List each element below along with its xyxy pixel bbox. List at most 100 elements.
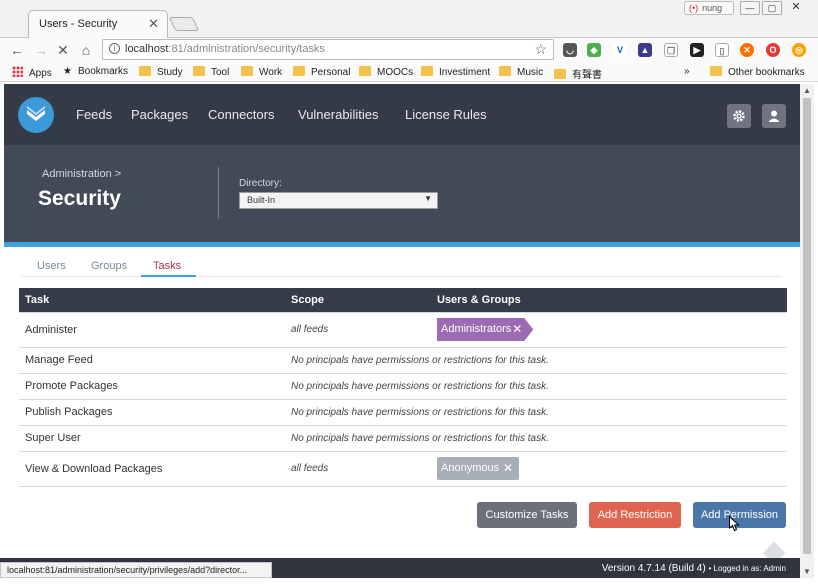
extension-yellow-icon[interactable]: ◎ xyxy=(792,43,806,57)
table-row[interactable]: Super User No principals have permission… xyxy=(19,424,787,451)
close-window-button[interactable]: ✕ xyxy=(786,1,806,15)
extension-purple-icon[interactable]: ▲ xyxy=(638,43,652,57)
bookmark-audiobooks[interactable]: 有聲書 xyxy=(554,66,602,81)
new-tab-button[interactable] xyxy=(168,17,200,31)
task-scope: No principals have permissions or restri… xyxy=(285,372,787,399)
profile-chip[interactable]: (•) nung xyxy=(684,1,734,15)
extension-copy-icon[interactable]: ❐ xyxy=(664,43,678,57)
bookmark-work[interactable]: Work xyxy=(241,66,282,78)
settings-gear-icon[interactable] xyxy=(727,104,751,128)
bookmark-personal[interactable]: Personal xyxy=(293,66,350,78)
chevron-down-icon: ▼ xyxy=(424,194,432,203)
folder-icon xyxy=(554,69,566,79)
extension-v-icon[interactable]: V xyxy=(613,43,627,57)
directory-select[interactable]: Built-In ▼ xyxy=(239,192,438,209)
table-row[interactable]: Manage Feed No principals have permissio… xyxy=(19,346,787,373)
folder-icon xyxy=(710,66,722,76)
tab-groups[interactable]: Groups xyxy=(91,260,127,272)
bookmark-study[interactable]: Study xyxy=(139,66,183,78)
extension-green-icon[interactable]: ◆ xyxy=(587,43,601,57)
principal-tag-anonymous[interactable]: Anonymous ✕ xyxy=(437,457,520,480)
accent-strip xyxy=(4,242,800,247)
extension-reader-icon[interactable]: ▯ xyxy=(715,43,729,57)
scroll-up-icon[interactable]: ▲ xyxy=(803,86,811,95)
url-path: :81/administration/security/tasks xyxy=(168,43,325,55)
star-icon: ★ xyxy=(63,66,72,77)
nav-feeds[interactable]: Feeds xyxy=(76,107,112,122)
logged-in-text: • Logged in as: Admin xyxy=(708,564,786,573)
tab-title: Users - Security xyxy=(39,18,118,30)
url-host: localhost xyxy=(125,43,169,55)
scrollbar-thumb[interactable] xyxy=(803,98,811,554)
bookmark-music[interactable]: Music xyxy=(499,66,543,78)
bookmark-tool[interactable]: Tool xyxy=(193,66,229,78)
nav-connectors[interactable]: Connectors xyxy=(208,107,274,122)
folder-icon xyxy=(499,66,511,76)
forward-icon[interactable]: → xyxy=(32,41,50,59)
task-principals: Anonymous ✕ xyxy=(431,450,787,487)
breadcrumb[interactable]: Administration > xyxy=(42,168,121,180)
address-bar[interactable]: i localhost:81/administration/security/t… xyxy=(102,39,554,60)
bookmark-apps[interactable]: Apps xyxy=(12,66,52,79)
opera-icon[interactable]: O xyxy=(766,43,780,57)
task-name[interactable]: Promote Packages xyxy=(19,372,285,399)
mouse-cursor-icon xyxy=(729,516,740,532)
proget-logo-icon[interactable] xyxy=(18,97,54,133)
maximize-button[interactable]: ▢ xyxy=(762,1,782,15)
table-row[interactable]: Publish Packages No principals have perm… xyxy=(19,398,787,425)
stop-icon[interactable]: ✕ xyxy=(54,41,72,59)
bookmark-bookmarks[interactable]: ★ Bookmarks xyxy=(63,66,128,77)
task-name[interactable]: View & Download Packages xyxy=(19,450,285,487)
tab-users[interactable]: Users xyxy=(37,260,66,272)
app-viewport: Feeds Packages Connectors Vulnerabilitie… xyxy=(4,84,800,558)
pocket-icon[interactable]: ◡ xyxy=(563,43,577,57)
task-name[interactable]: Publish Packages xyxy=(19,398,285,425)
table-row[interactable]: Administer all feeds Administrators ✕ xyxy=(19,311,787,347)
browser-tab[interactable]: Users - Security ✕ xyxy=(28,10,168,38)
version-info: Version 4.7.14 (Build 4) • Logged in as:… xyxy=(602,563,786,574)
page-scrollbar[interactable]: ▲ ▼ xyxy=(800,84,814,578)
page-title: Security xyxy=(38,187,121,210)
bookmarks-bar: Apps ★ Bookmarks Study Tool Work Personal… xyxy=(0,62,818,82)
remove-icon[interactable]: ✕ xyxy=(512,318,522,341)
task-scope: No principals have permissions or restri… xyxy=(285,398,787,425)
nav-vulnerabilities[interactable]: Vulnerabilities xyxy=(298,107,378,122)
table-row[interactable]: View & Download Packages all feeds Anony… xyxy=(19,450,787,487)
extension-play-icon[interactable]: ▶ xyxy=(690,43,704,57)
directory-label: Directory: xyxy=(239,178,282,189)
task-scope: all feeds xyxy=(285,311,431,347)
minimize-button[interactable]: — xyxy=(740,1,760,15)
home-icon[interactable]: ⌂ xyxy=(77,41,95,59)
page-header: Administration > Security Directory: Bui… xyxy=(4,145,800,242)
star-icon[interactable]: ☆ xyxy=(534,41,547,58)
customize-tasks-button[interactable]: Customize Tasks xyxy=(477,502,577,528)
user-icon[interactable] xyxy=(762,104,786,128)
task-name[interactable]: Super User xyxy=(19,424,285,451)
tab-close-icon[interactable]: ✕ xyxy=(148,16,159,32)
tab-tasks[interactable]: Tasks xyxy=(153,260,181,272)
nav-packages[interactable]: Packages xyxy=(131,107,188,122)
remove-icon[interactable]: ✕ xyxy=(503,457,513,480)
bookmarks-overflow-button[interactable]: » xyxy=(684,66,690,77)
task-scope: all feeds xyxy=(285,450,431,487)
extension-orange-icon[interactable]: ✕ xyxy=(740,43,754,57)
task-name[interactable]: Administer xyxy=(19,311,285,347)
info-icon[interactable]: i xyxy=(109,43,120,54)
task-name[interactable]: Manage Feed xyxy=(19,346,285,373)
back-icon[interactable]: ← xyxy=(8,41,26,59)
add-restriction-button[interactable]: Add Restriction xyxy=(589,502,681,528)
bookmark-moocs[interactable]: MOOCs xyxy=(359,66,413,78)
apps-grid-icon xyxy=(12,66,23,77)
task-scope: No principals have permissions or restri… xyxy=(285,346,787,373)
principal-tag-administrators[interactable]: Administrators ✕ xyxy=(437,318,533,341)
bookmark-other[interactable]: Other bookmarks xyxy=(710,66,805,78)
folder-icon xyxy=(293,66,305,76)
browser-toolbar: ← → ✕ ⌂ i localhost:81/administration/se… xyxy=(0,38,818,62)
nav-license-rules[interactable]: License Rules xyxy=(405,107,487,122)
tasks-table: Task Scope Users & Groups Administer all… xyxy=(19,288,787,487)
bookmark-investiment[interactable]: Investiment xyxy=(421,66,490,78)
table-row[interactable]: Promote Packages No principals have perm… xyxy=(19,372,787,399)
version-text: Version 4.7.14 (Build 4) xyxy=(601,563,706,574)
scroll-down-icon[interactable]: ▼ xyxy=(803,567,811,576)
directory-select-value: Built-In xyxy=(247,195,276,205)
